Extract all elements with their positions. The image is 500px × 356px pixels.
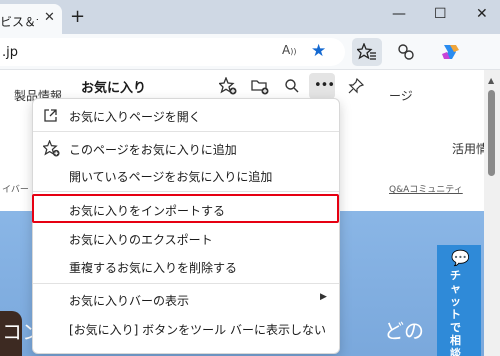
- chat-label: チャットで相談: [450, 269, 461, 356]
- maximize-icon[interactable]: ☐: [434, 6, 447, 22]
- star-icon[interactable]: ★: [311, 41, 326, 61]
- menu-item-label: [お気に入り] ボタンをツール バーに表示しない: [69, 323, 326, 337]
- address-text: .jp: [2, 45, 18, 60]
- add-favorite-icon: [43, 140, 60, 157]
- hero-right-text: どの: [384, 319, 424, 343]
- menu-divider: [33, 283, 339, 284]
- link-driver[interactable]: イバー: [2, 182, 29, 195]
- close-icon[interactable]: ✕: [44, 10, 55, 25]
- open-external-icon: [44, 109, 57, 122]
- nav-link-page[interactable]: ージ: [389, 87, 413, 104]
- chat-bubble-icon: 💬: [451, 249, 470, 267]
- read-aloud-label: A: [282, 43, 291, 57]
- window-close-icon[interactable]: ✕: [476, 6, 488, 22]
- nav-link-usage[interactable]: 活用情: [452, 140, 488, 157]
- read-aloud-icon[interactable]: A)): [282, 43, 296, 57]
- highlight-box: [32, 194, 339, 223]
- favorites-panel-title: お気に入り: [81, 81, 147, 96]
- menu-item-label: 開いているページをお気に入りに追加: [69, 170, 273, 184]
- add-favorite-icon[interactable]: [219, 77, 237, 95]
- minimize-icon[interactable]: —: [392, 6, 406, 22]
- browser-tab[interactable]: ビス＆サ ✕: [0, 4, 62, 34]
- add-folder-icon[interactable]: [251, 77, 269, 95]
- menu-item-hide-favorites-button[interactable]: [お気に入り] ボタンをツール バーに表示しない: [33, 315, 339, 342]
- menu-item-remove-duplicates[interactable]: 重複するお気に入りを削除する: [33, 253, 339, 280]
- favorites-panel-header: お気に入り •••: [68, 70, 368, 100]
- plus-icon[interactable]: +: [70, 6, 85, 27]
- favorites-icon: [357, 43, 376, 60]
- more-options-button[interactable]: •••: [309, 73, 335, 99]
- favorites-button[interactable]: [352, 38, 382, 66]
- menu-item-show-favorites-bar[interactable]: お気に入りバーの表示 ▶: [33, 286, 339, 313]
- menu-divider: [33, 191, 339, 192]
- scroll-thumb[interactable]: [488, 90, 495, 176]
- chat-button[interactable]: 💬 チャットで相談: [437, 245, 481, 356]
- title-bar: ビス＆サ ✕ + — ☐ ✕: [0, 0, 500, 34]
- copilot-icon[interactable]: [440, 43, 460, 61]
- scroll-up-icon[interactable]: ▲: [488, 76, 494, 85]
- search-icon[interactable]: [284, 78, 300, 94]
- menu-item-add-open-pages[interactable]: 開いているページをお気に入りに追加: [33, 162, 339, 189]
- menu-item-export-favorites[interactable]: お気に入りのエクスポート: [33, 225, 339, 252]
- link-qa-community[interactable]: Q&Aコミュニティ: [389, 182, 463, 195]
- menu-item-label: お気に入りページを開く: [69, 110, 201, 124]
- address-bar-row: .jp A)) ★: [0, 34, 500, 70]
- menu-item-label: 重複するお気に入りを削除する: [69, 261, 238, 275]
- menu-divider: [33, 131, 339, 132]
- more-icon: •••: [314, 78, 335, 93]
- chevron-right-icon: ▶: [320, 292, 327, 302]
- menu-item-label: お気に入りのエクスポート: [69, 233, 213, 247]
- tab-title: ビス＆サ: [0, 15, 38, 29]
- favorites-more-menu: お気に入りページを開く このページをお気に入りに追加 開いているページをお気に入…: [32, 98, 340, 354]
- address-bar[interactable]: .jp A)) ★: [0, 38, 345, 66]
- menu-item-label: お気に入りバーの表示: [69, 294, 190, 308]
- menu-item-open-favorites-page[interactable]: お気に入りページを開く: [33, 102, 339, 129]
- scrollbar[interactable]: ▲: [484, 70, 500, 356]
- menu-item-label: このページをお気に入りに追加: [69, 143, 237, 157]
- extensions-icon[interactable]: [397, 43, 415, 61]
- menu-item-add-this-page[interactable]: このページをお気に入りに追加: [33, 135, 339, 162]
- pin-icon[interactable]: [348, 78, 364, 94]
